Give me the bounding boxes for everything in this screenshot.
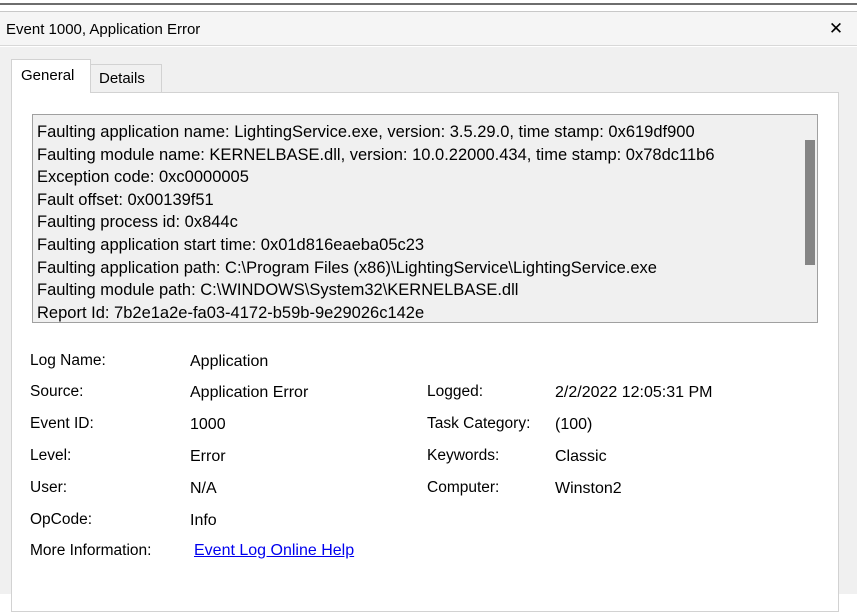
event-id-label: Event ID: [30, 415, 94, 432]
opcode-value: Info [190, 512, 217, 529]
window-title: Event 1000, Application Error [6, 21, 201, 38]
description-line: Faulting process id: 0x844c [37, 213, 238, 232]
event-id-value: 1000 [190, 416, 226, 433]
computer-label: Computer: [427, 479, 500, 496]
task-category-value: (100) [555, 416, 593, 433]
description-line: Exception code: 0xc0000005 [37, 168, 249, 187]
description-line: Faulting application name: LightingServi… [37, 123, 695, 141]
description-line: Faulting application path: C:\Program Fi… [37, 258, 657, 277]
user-value: N/A [190, 480, 217, 497]
more-information-label: More Information: [30, 542, 152, 559]
task-category-label: Task Category: [427, 415, 531, 432]
event-log-online-help-link[interactable]: Event Log Online Help [194, 542, 354, 560]
description-line: Faulting module name: KERNELBASE.dll, ve… [37, 145, 715, 164]
source-value: Application Error [190, 384, 309, 401]
log-name-value: Application [190, 353, 269, 370]
event-description-text: Faulting application name: LightingServi… [37, 121, 797, 322]
window-top-edge [0, 0, 857, 12]
keywords-value: Classic [555, 448, 607, 465]
description-line: Faulting application start time: 0x01d81… [37, 235, 425, 254]
keywords-label: Keywords: [427, 447, 500, 464]
scrollbar-thumb[interactable] [805, 140, 815, 265]
description-line: Fault offset: 0x00139f51 [37, 190, 214, 209]
close-button[interactable]: ✕ [825, 17, 847, 41]
title-bar: Event 1000, Application Error ✕ [0, 12, 857, 46]
opcode-label: OpCode: [30, 511, 93, 528]
level-value: Error [190, 448, 226, 465]
computer-value: Winston2 [555, 480, 622, 497]
log-name-label: Log Name: [30, 352, 106, 369]
description-scrollbar[interactable] [801, 115, 817, 322]
event-description-box[interactable]: Faulting application name: LightingServi… [32, 114, 818, 323]
close-icon: ✕ [828, 19, 844, 39]
logged-value: 2/2/2022 12:05:31 PM [555, 384, 713, 401]
tab-general-label: General [21, 67, 75, 84]
source-label: Source: [30, 383, 84, 400]
general-tab-panel: Faulting application name: LightingServi… [11, 92, 839, 612]
user-label: User: [30, 479, 68, 496]
logged-label: Logged: [427, 383, 484, 400]
description-line: Report Id: 7b2e1a2e-fa03-4172-b59b-9e290… [37, 303, 425, 322]
tab-details-label: Details [99, 70, 145, 87]
tab-general[interactable]: General [11, 59, 91, 93]
dialog-body: General Details Faulting application nam… [0, 47, 857, 612]
description-line: Faulting module path: C:\WINDOWS\System3… [37, 281, 519, 300]
level-label: Level: [30, 447, 72, 464]
tab-details[interactable]: Details [90, 64, 162, 92]
